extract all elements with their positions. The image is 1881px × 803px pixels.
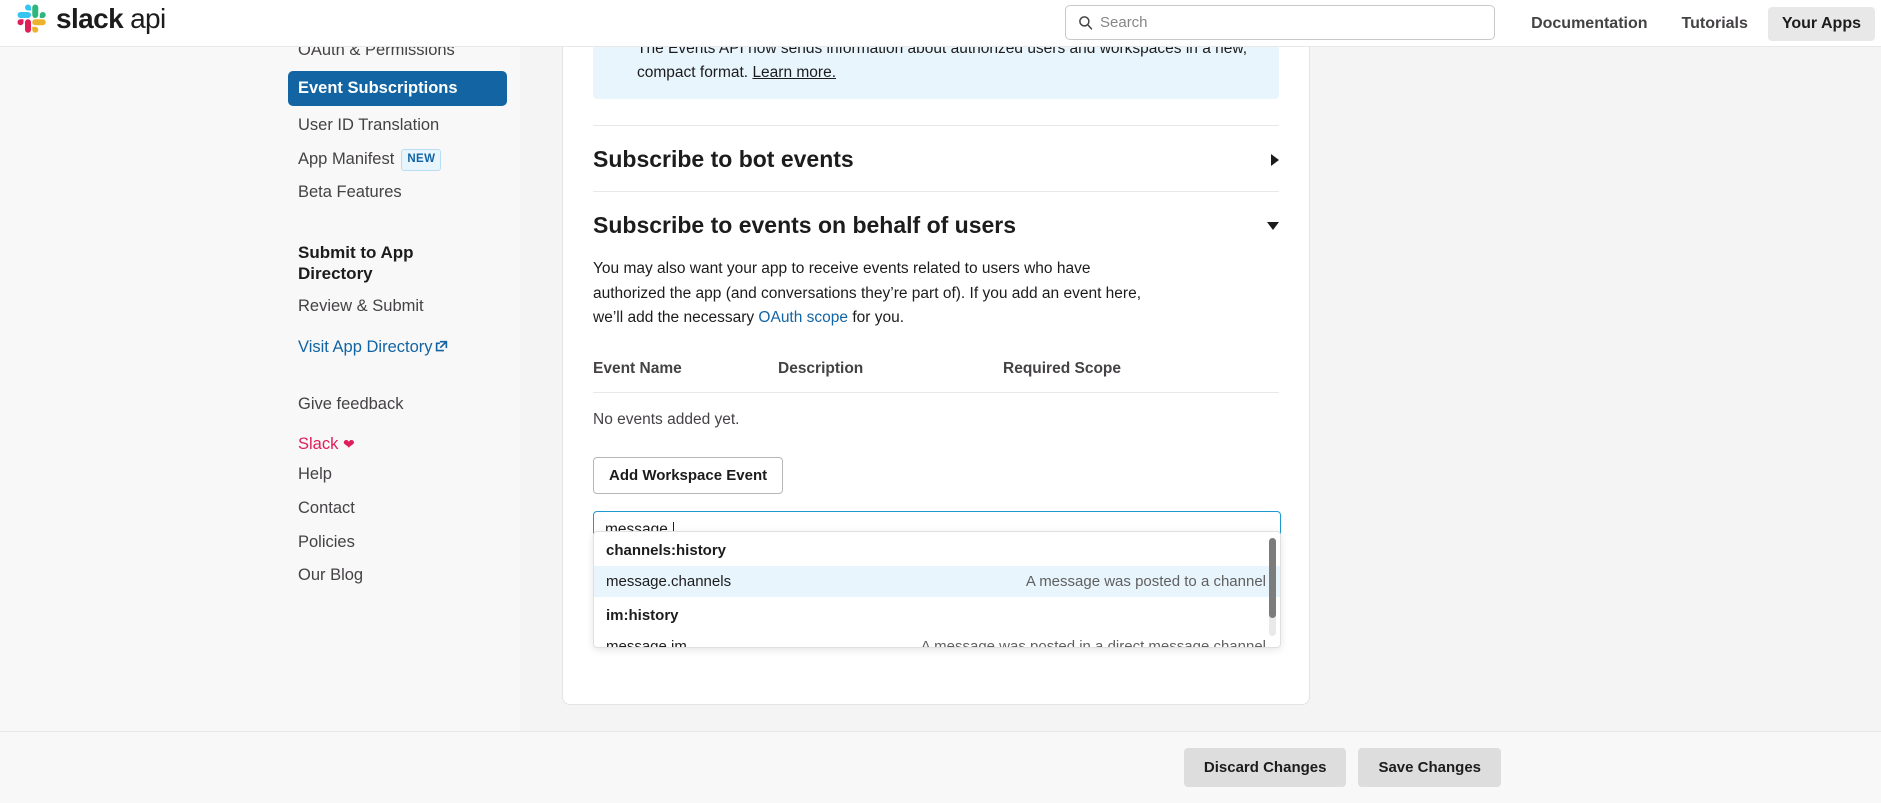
nav-tutorials[interactable]: Tutorials <box>1668 7 1762 41</box>
table-header-row: Event Name Description Required Scope <box>593 360 1279 394</box>
sidebar-item-user-id-translation[interactable]: User ID Translation <box>288 109 520 143</box>
nav-your-apps[interactable]: Your Apps <box>1767 6 1875 41</box>
section-subscribe-user-events[interactable]: Subscribe to events on behalf of users <box>593 192 1279 257</box>
dropdown-option-message-im[interactable]: message.im A message was posted in a dir… <box>594 631 1280 648</box>
new-badge: NEW <box>401 148 442 171</box>
sidebar: OAuth & Permissions Event Subscriptions … <box>0 41 520 803</box>
section-title: Subscribe to bot events <box>593 146 854 173</box>
save-changes-button[interactable]: Save Changes <box>1358 748 1501 787</box>
top-navigation: Documentation Tutorials Your Apps <box>1517 0 1881 47</box>
option-description: A message was posted to a channel <box>1025 573 1266 590</box>
sidebar-item-policies[interactable]: Policies <box>288 526 520 560</box>
chevron-right-icon[interactable] <box>1271 153 1279 166</box>
slack-api-logo[interactable]: slack api <box>17 4 166 34</box>
description-part-2: for you. <box>848 309 905 326</box>
dropdown-group-header: channels:history <box>606 542 727 559</box>
logo-word-slack: slack <box>56 3 124 34</box>
logo-word-api: api <box>130 3 166 34</box>
section-subscribe-bot-events[interactable]: Subscribe to bot events <box>593 126 1279 191</box>
option-description: A message was posted in a direct message… <box>920 638 1266 648</box>
sidebar-slack-label: Slack <box>298 435 339 454</box>
section-description: You may also want your app to receive ev… <box>593 257 1153 330</box>
sidebar-item-review-submit[interactable]: Review & Submit <box>288 290 520 324</box>
chevron-down-icon[interactable] <box>1267 221 1279 230</box>
col-description: Description <box>778 360 1003 394</box>
dropdown-group-header: im:history <box>606 607 679 624</box>
empty-events-message: No events added yet. <box>593 411 740 429</box>
scrollbar-thumb[interactable] <box>1269 538 1276 618</box>
nav-documentation[interactable]: Documentation <box>1517 7 1661 41</box>
search-icon <box>1079 16 1093 30</box>
section-title: Subscribe to events on behalf of users <box>593 212 1017 239</box>
sidebar-item-help[interactable]: Help <box>288 458 520 492</box>
oauth-scope-link[interactable]: OAuth scope <box>758 309 848 326</box>
sidebar-section-heading: Submit to App Directory <box>298 242 414 284</box>
sidebar-item-event-subscriptions[interactable]: Event Subscriptions <box>288 70 507 107</box>
top-bar: slack api Search Documentation Tutorials … <box>0 0 1881 47</box>
events-table: Event Name Description Required Scope <box>593 360 1279 394</box>
sidebar-item-slack[interactable]: Slack ❤ <box>288 431 520 458</box>
visit-directory-label: Visit App Directory <box>298 337 433 356</box>
option-label: message.im <box>606 638 687 648</box>
sidebar-item-app-manifest[interactable]: App Manifest NEW <box>288 143 520 177</box>
search-input[interactable]: Search <box>1065 5 1495 40</box>
dropdown-scrollbar[interactable] <box>1269 538 1276 636</box>
event-autocomplete-dropdown[interactable]: channels:history message.channels A mess… <box>593 531 1281 648</box>
heart-icon: ❤ <box>342 436 355 453</box>
sidebar-item-beta-features[interactable]: Beta Features <box>288 176 520 210</box>
external-link-icon <box>435 340 447 352</box>
notice-learn-more-link[interactable]: Learn more. <box>752 64 836 81</box>
dropdown-option-message-channels[interactable]: message.channels A message was posted to… <box>594 566 1280 597</box>
add-workspace-event-button[interactable]: Add Workspace Event <box>593 457 784 495</box>
col-required-scope: Required Scope <box>1003 360 1279 394</box>
sidebar-item-contact[interactable]: Contact <box>288 492 520 526</box>
main-content-card: The Events API now sends information abo… <box>562 0 1310 705</box>
sidebar-item-label: App Manifest <box>298 149 395 168</box>
option-label: message.channels <box>606 573 732 590</box>
search-placeholder: Search <box>1100 14 1148 31</box>
sidebar-item-visit-app-directory[interactable]: Visit App Directory <box>288 334 448 361</box>
discard-changes-button[interactable]: Discard Changes <box>1183 748 1347 787</box>
slack-logo-icon <box>17 4 46 33</box>
sidebar-item-our-blog[interactable]: Our Blog <box>288 559 520 593</box>
sidebar-item-give-feedback[interactable]: Give feedback <box>288 388 520 422</box>
bottom-action-bar: Discard Changes Save Changes <box>0 731 1881 803</box>
col-event-name: Event Name <box>593 360 778 394</box>
